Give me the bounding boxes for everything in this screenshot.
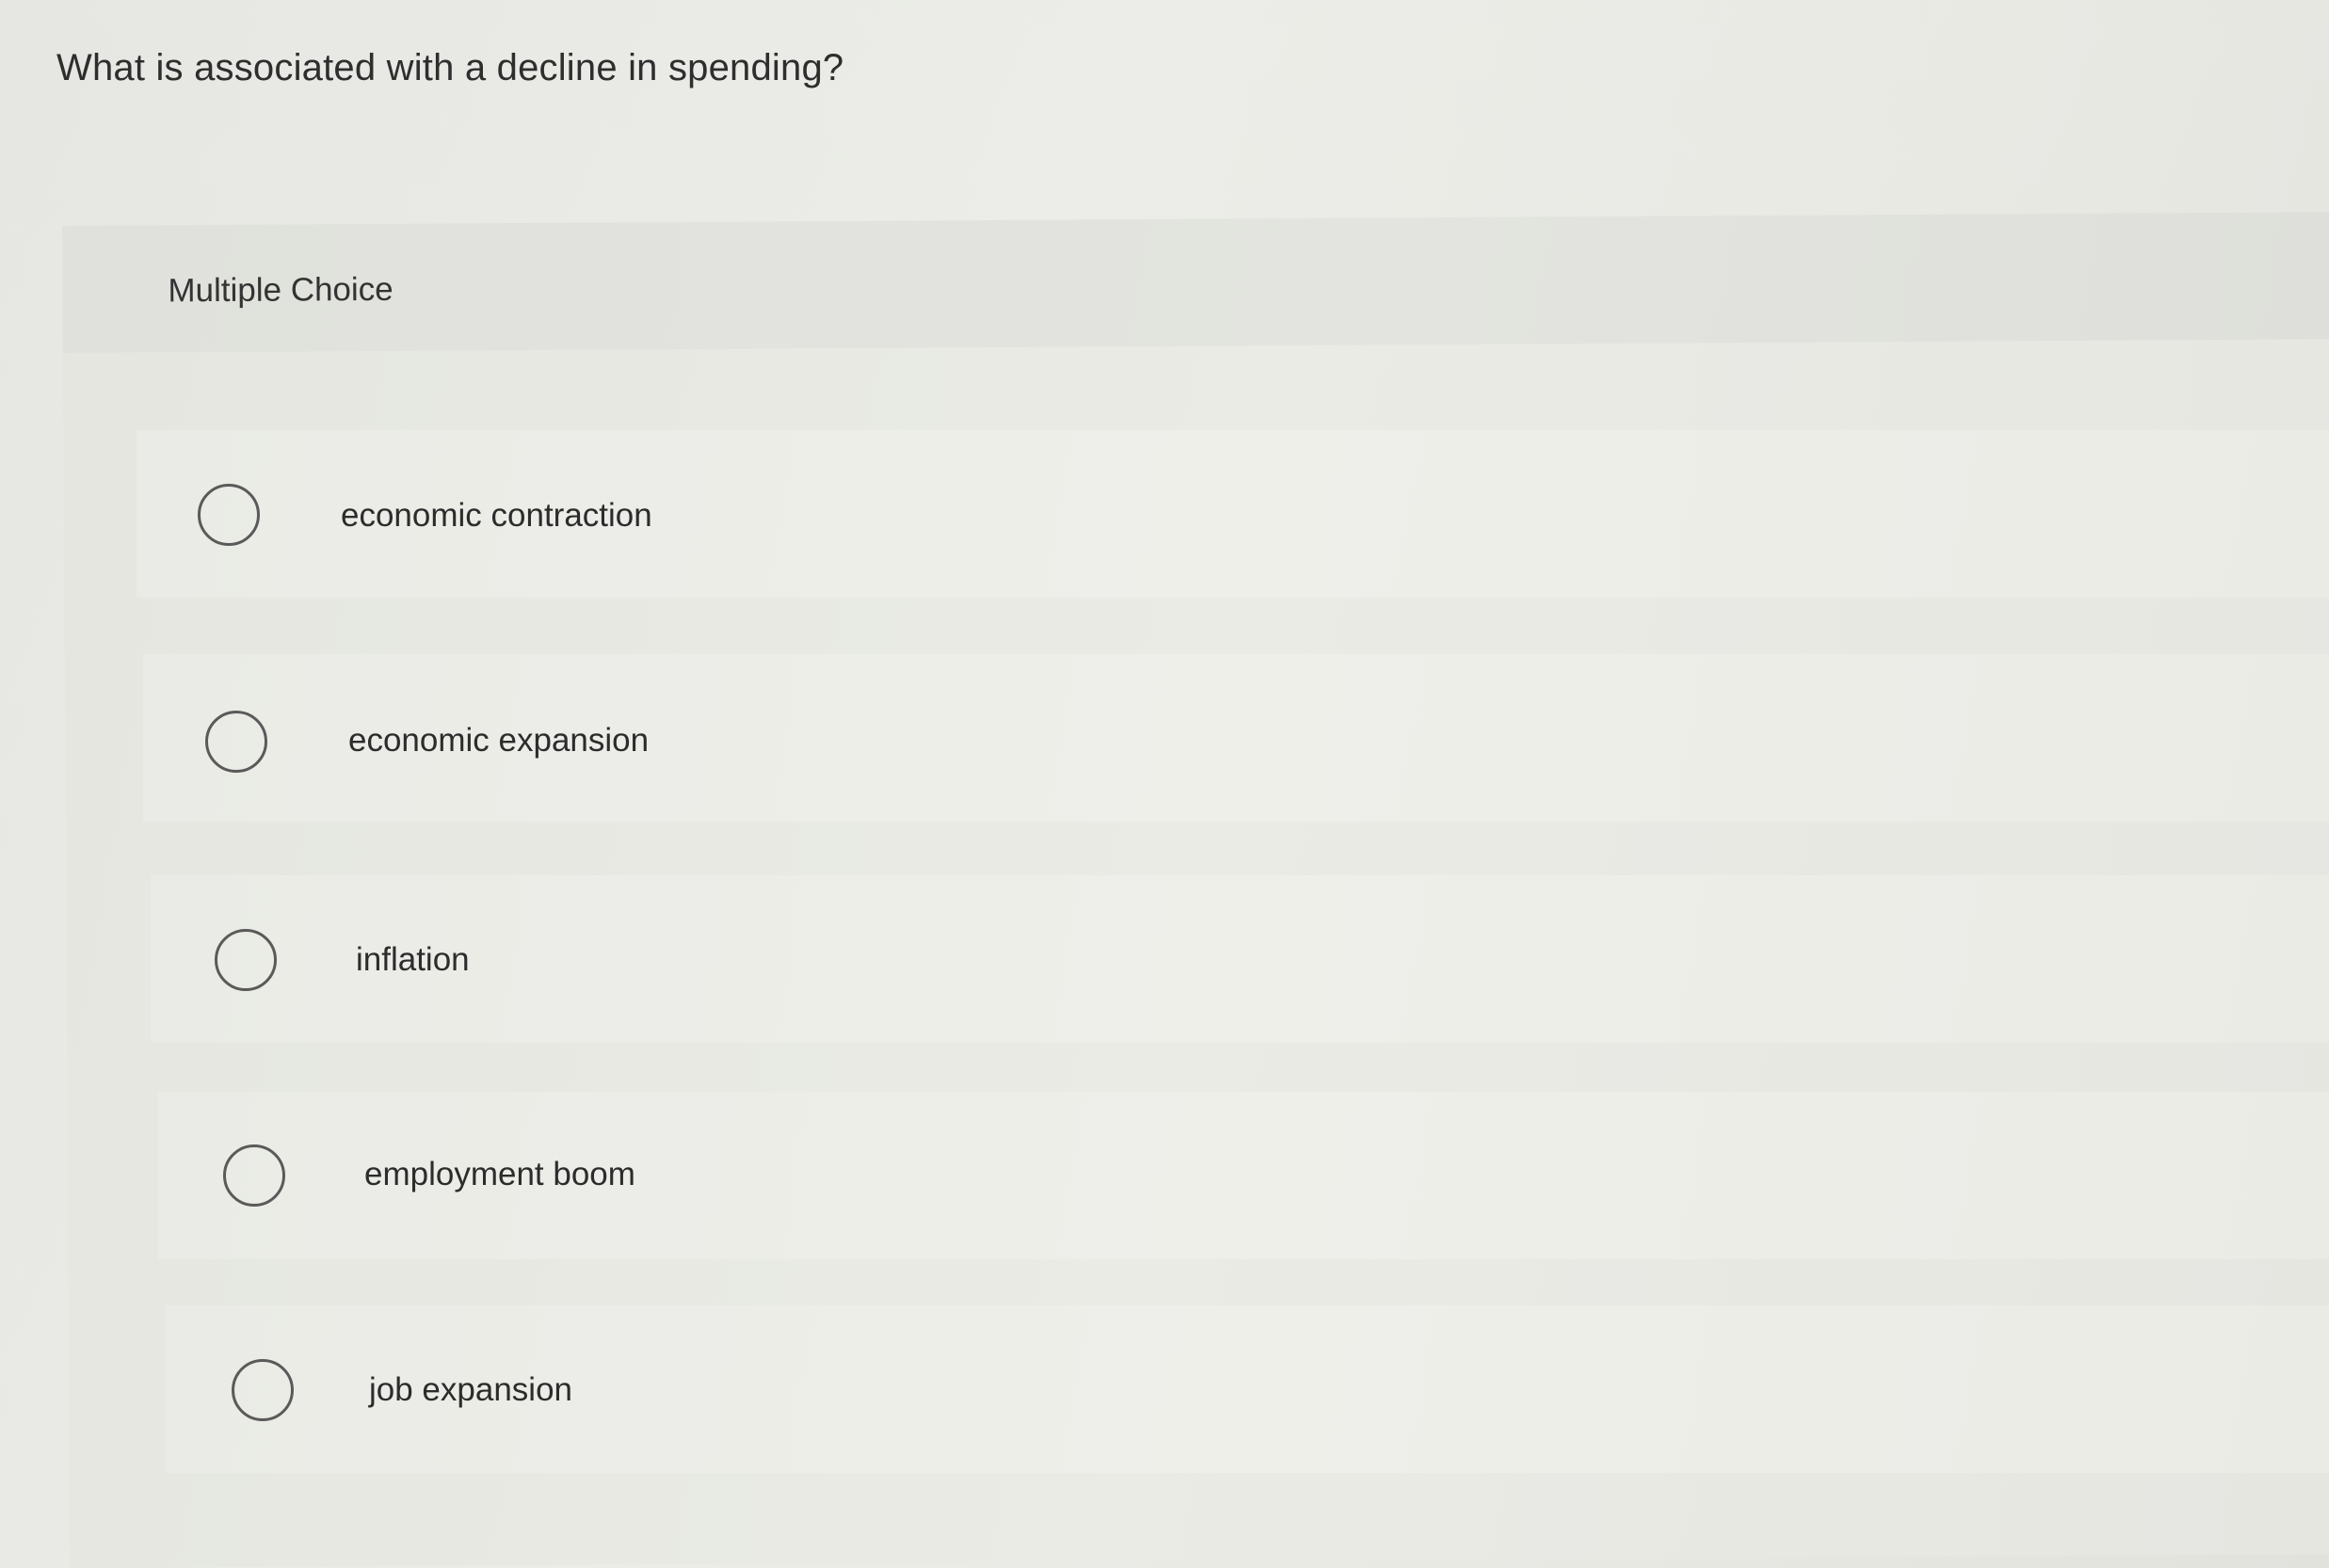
answer-option-economic-expansion[interactable]: economic expansion: [143, 654, 2329, 822]
radio-button-icon[interactable]: [232, 1359, 294, 1421]
answer-option-inflation[interactable]: inflation: [151, 875, 2329, 1043]
answer-option-job-expansion[interactable]: job expansion: [166, 1305, 2329, 1473]
multiple-choice-header: Multiple Choice: [62, 212, 2329, 353]
answer-option-label: economic contraction: [341, 497, 652, 534]
multiple-choice-label: Multiple Choice: [168, 270, 394, 310]
question-text: What is associated with a decline in spe…: [56, 47, 844, 88]
radio-button-icon[interactable]: [198, 484, 260, 546]
answer-option-label: inflation: [356, 941, 470, 978]
answer-option-economic-contraction[interactable]: economic contraction: [137, 430, 2329, 598]
page: { "question": { "text": "What is associa…: [0, 0, 2329, 1568]
answer-option-label: employment boom: [364, 1156, 635, 1192]
answer-option-label: economic expansion: [348, 722, 650, 759]
radio-button-icon[interactable]: [215, 929, 277, 991]
answer-option-label: job expansion: [369, 1371, 572, 1408]
radio-button-icon[interactable]: [223, 1144, 285, 1207]
answer-option-employment-boom[interactable]: employment boom: [158, 1092, 2329, 1259]
radio-button-icon[interactable]: [205, 711, 267, 773]
